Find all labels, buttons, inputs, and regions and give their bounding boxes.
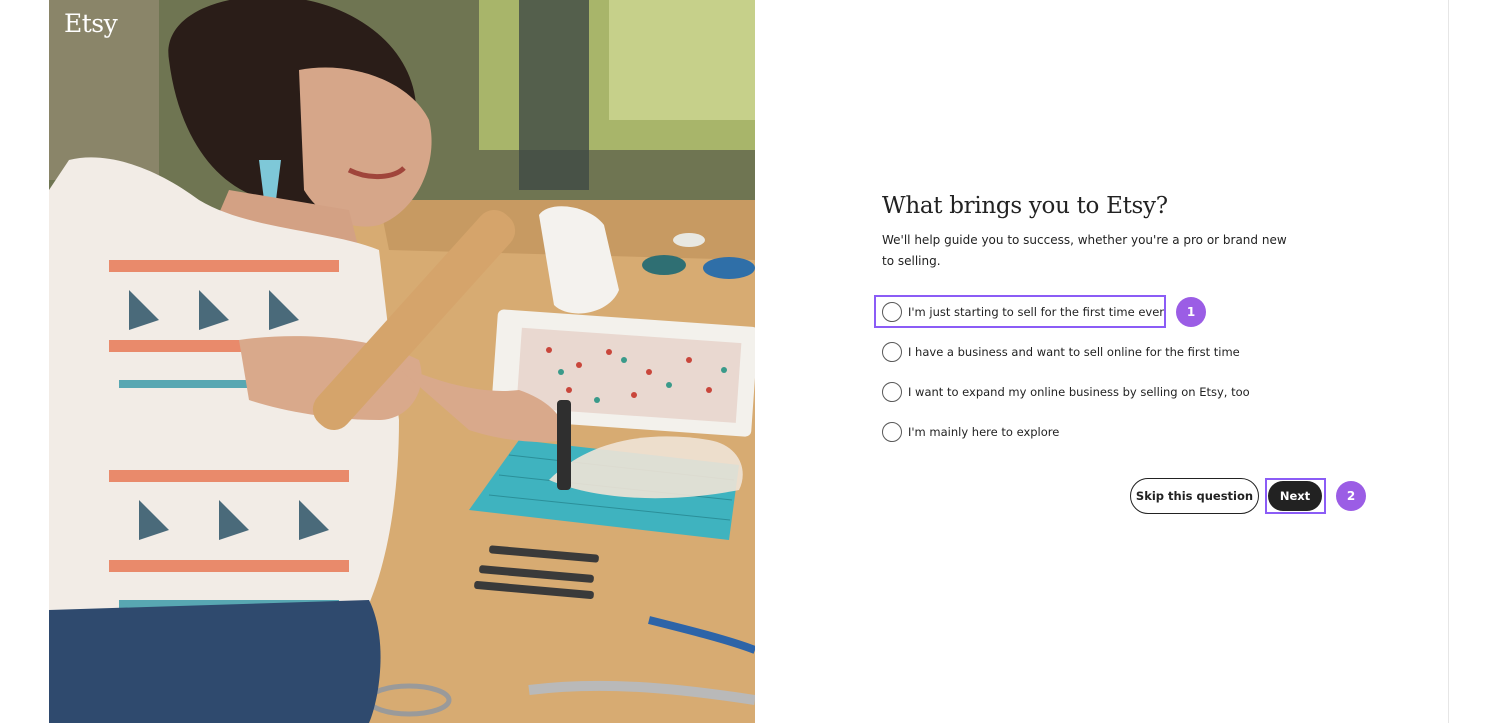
step-2-badge: 2 xyxy=(1336,481,1366,511)
etsy-logo[interactable]: Etsy xyxy=(64,9,118,38)
step-1-badge: 1 xyxy=(1176,297,1206,327)
option-label: I have a business and want to sell onlin… xyxy=(908,345,1240,359)
radio-button[interactable] xyxy=(882,422,902,442)
option-expand-business[interactable]: I want to expand my online business by s… xyxy=(882,380,1250,404)
radio-button[interactable] xyxy=(882,342,902,362)
page-divider xyxy=(1448,0,1449,723)
seller-crafting-illustration xyxy=(49,0,755,723)
question-panel: What brings you to Etsy? We'll help guid… xyxy=(882,190,1302,442)
onboarding-page: Etsy What brings you to Etsy? We'll help… xyxy=(0,0,1500,723)
option-have-business[interactable]: I have a business and want to sell onlin… xyxy=(882,340,1240,364)
skip-question-button[interactable]: Skip this question xyxy=(1130,478,1259,514)
step-1-highlight xyxy=(874,295,1166,328)
option-label: I want to expand my online business by s… xyxy=(908,385,1250,399)
option-label: I'm mainly here to explore xyxy=(908,425,1060,439)
question-title: What brings you to Etsy? xyxy=(882,193,1168,219)
option-mainly-exploring[interactable]: I'm mainly here to explore xyxy=(882,420,1059,444)
step-2-highlight xyxy=(1265,478,1326,514)
question-subtitle: We'll help guide you to success, whether… xyxy=(882,233,1287,268)
radio-button[interactable] xyxy=(882,382,902,402)
hero-photo: Etsy xyxy=(49,0,755,723)
